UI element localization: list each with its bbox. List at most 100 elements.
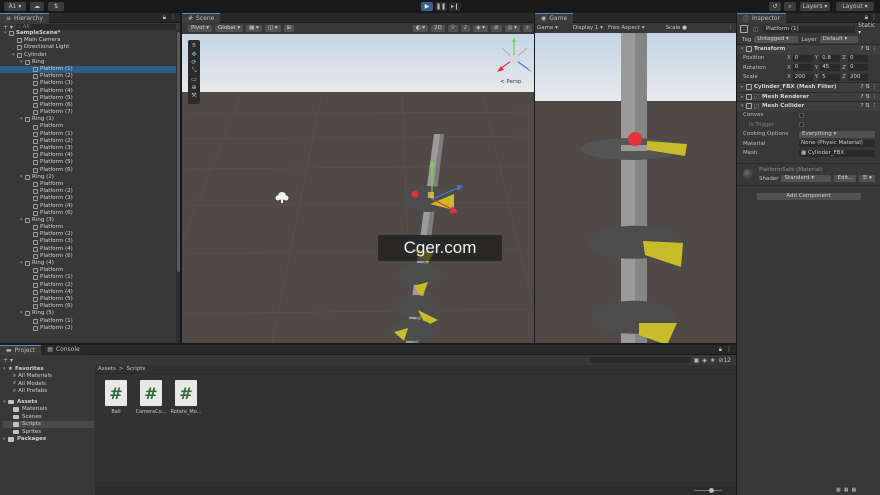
transform-x-field[interactable]: 0 (792, 64, 813, 72)
hierarchy-row[interactable]: Platform (2) (0, 325, 176, 332)
transform-z-field[interactable]: 200 (847, 73, 868, 81)
filter-type-icon[interactable]: ▣ (694, 357, 700, 364)
hierarchy-row[interactable]: Platform (1) (0, 318, 176, 325)
transform-tool-icon[interactable]: ⊕ (191, 84, 196, 91)
favorites-item[interactable]: ⌕ All Materials (3, 373, 94, 381)
component-help-icon[interactable]: ? ⇅ ⋮ (860, 94, 877, 100)
lock-icon[interactable]: 🔒︎ (163, 14, 166, 22)
scene-search-icon[interactable]: ⌕ (522, 25, 532, 32)
scale-slider[interactable]: Scale ● (666, 25, 687, 31)
aspect-dropdown[interactable]: Free Aspect ▾ (608, 25, 645, 31)
hierarchy-row[interactable]: Platform (2) (0, 231, 176, 238)
hidden-objects-icon[interactable]: ⊘ (490, 25, 502, 32)
hierarchy-row[interactable]: Directional Light (0, 44, 176, 51)
hierarchy-row[interactable]: Platform (6) (0, 167, 176, 174)
transform-x-field[interactable]: 0 (792, 54, 813, 62)
hierarchy-row[interactable]: Platform (6) (0, 303, 176, 310)
project-search-input[interactable] (589, 357, 690, 363)
asset-folder-item[interactable]: Materials (3, 406, 94, 414)
rect-tool-icon[interactable]: ▭ (191, 76, 197, 83)
component-header[interactable]: ▾ ✓ Mesh Collider? ⇅ ⋮ (737, 101, 880, 111)
layer-dropdown[interactable]: Default ▾ (819, 36, 858, 43)
move-tool-icon[interactable]: ✥ (191, 51, 196, 58)
axis-z-label[interactable]: Z (842, 65, 846, 71)
transform-header[interactable]: ▾ Transform ? ⇅ ⋮ (737, 44, 880, 54)
axis-z-label[interactable]: Z (842, 74, 846, 80)
hierarchy-row[interactable]: Platform (1) (0, 131, 176, 138)
hierarchy-row[interactable]: Platform (2) (0, 73, 176, 80)
hierarchy-row[interactable]: Platform (4) (0, 88, 176, 95)
hierarchy-row[interactable]: Platform (4) (0, 152, 176, 159)
rotate-tool-icon[interactable]: ⟳ (191, 59, 196, 66)
tab-game[interactable]: ◉ Game (535, 12, 574, 23)
hierarchy-row[interactable]: Platform (3) (0, 238, 176, 245)
transform-y-field[interactable]: 0.8 (820, 54, 841, 62)
transform-help-icon[interactable]: ? ⇅ ⋮ (860, 46, 877, 52)
hand-tool-icon[interactable]: ✋︎ (192, 42, 195, 50)
asset-folder-item[interactable]: Scenes (3, 413, 94, 421)
static-toggle[interactable]: Static ▾ (858, 22, 880, 36)
2d-toggle[interactable]: 2D (431, 25, 445, 32)
axis-y-label[interactable]: Y (815, 74, 818, 80)
history-icon[interactable]: ↺ (769, 2, 781, 11)
script-name[interactable]: Ball (98, 409, 134, 415)
component-help-icon[interactable]: ? ⇅ ⋮ (860, 103, 877, 109)
asset-folder-item[interactable]: Sprites (3, 428, 94, 436)
play-button[interactable]: ▶ (421, 2, 433, 11)
hierarchy-row[interactable]: ▾ Ring (0, 59, 176, 66)
lighting-icon[interactable]: 💡︎ (447, 25, 458, 32)
hierarchy-row[interactable]: ▾ Ring (4) (0, 260, 176, 267)
layout-dropdown[interactable]: Layout ▾ (836, 2, 874, 11)
component-enabled-checkbox[interactable]: ✓ (754, 94, 759, 100)
shader-list-icon[interactable]: ☰ ▾ (859, 175, 875, 182)
assets-row[interactable]: ▾ Assets (3, 398, 94, 406)
component-help-icon[interactable]: ? ⇅ ⋮ (860, 84, 877, 90)
hierarchy-row[interactable]: Platform (6) (0, 102, 176, 109)
component-enabled-checkbox[interactable]: ✓ (754, 103, 759, 109)
shading-mode-dropdown[interactable]: ◐ ▾ (412, 25, 429, 32)
hierarchy-row[interactable]: Platform (3) (0, 145, 176, 152)
hierarchy-row[interactable]: Platform (5) (0, 159, 176, 166)
pivot-dropdown[interactable]: Pivot ▾ (188, 25, 213, 32)
hierarchy-row[interactable]: Main Camera (0, 37, 176, 44)
axis-x-label[interactable]: X (787, 65, 791, 71)
hierarchy-row[interactable]: Platform (0, 267, 176, 274)
mesh-field[interactable]: ▦ Cylinder_FBX (799, 149, 875, 157)
game-more-icon[interactable]: ⋮ (728, 25, 734, 31)
tag-dropdown[interactable]: Untagged ▾ (754, 36, 799, 43)
icon-size-slider[interactable] (694, 490, 722, 491)
transform-z-field[interactable]: 0 (847, 54, 868, 62)
hidden-packages-icon[interactable]: ⊘12 (718, 357, 731, 364)
scene-viewport[interactable]: < Persp (182, 34, 534, 343)
transform-z-field[interactable]: 0 (847, 64, 868, 72)
component-header[interactable]: ▸ ✓ Mesh Renderer? ⇅ ⋮ (737, 91, 880, 101)
hierarchy-row[interactable]: Platform (5) (0, 95, 176, 102)
add-component-button[interactable]: Add Component (756, 193, 861, 200)
hierarchy-row[interactable]: Platform (4) (0, 203, 176, 210)
packages-row[interactable]: ▸ Packages (3, 436, 94, 444)
effects-dropdown[interactable]: ◈ ▾ (473, 25, 488, 32)
project-add-icon[interactable]: + ▾ (3, 357, 13, 364)
hierarchy-row[interactable]: Platform (0, 224, 176, 231)
collab-icon[interactable]: ⇅ (48, 2, 64, 11)
active-checkbox[interactable]: ✓ (752, 26, 758, 32)
layers-dropdown[interactable]: Layers ▾ (800, 2, 830, 11)
hierarchy-row[interactable]: Platform (1) (0, 274, 176, 281)
custom-tool-icon[interactable]: ⚒ (191, 92, 196, 99)
progress-icon[interactable]: ▦ (844, 487, 849, 495)
hierarchy-row[interactable]: Platform (3) (0, 195, 176, 202)
filter-label-icon[interactable]: ◈ (702, 357, 707, 364)
tab-project[interactable]: ▬ Project (0, 344, 42, 355)
inspector-more-icon[interactable]: ⋮ (871, 14, 877, 21)
hierarchy-scrollbar[interactable] (176, 30, 180, 343)
tab-hierarchy[interactable]: ≡ Hierarchy (0, 12, 50, 23)
scale-tool-icon[interactable]: ⤡ (192, 67, 197, 75)
hierarchy-row[interactable]: ▾ Ring (1) (0, 116, 176, 123)
csharp-script-icon[interactable]: # (140, 380, 162, 406)
transform-y-field[interactable]: 5 (820, 73, 841, 81)
display-dropdown[interactable]: Display 1 ▾ (573, 25, 603, 31)
cloud-icon[interactable]: ☁ (30, 2, 44, 11)
breadcrumb-assets[interactable]: Assets (98, 366, 116, 372)
hierarchy-row[interactable]: Platform (0, 181, 176, 188)
script-name[interactable]: Rotate_Mo... (168, 409, 204, 415)
